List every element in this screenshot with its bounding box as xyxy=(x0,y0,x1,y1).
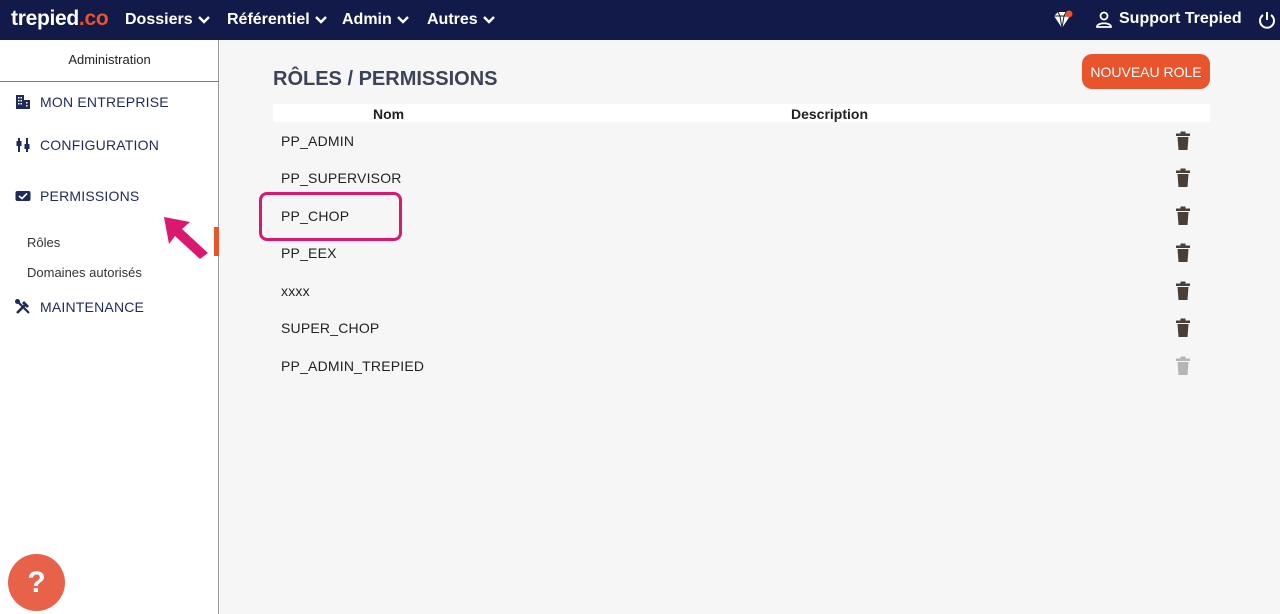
sidebar-title: Administration xyxy=(68,52,151,67)
sidebar-item-label: CONFIGURATION xyxy=(40,137,160,153)
diamond-notification-icon[interactable] xyxy=(1052,10,1074,35)
user-menu[interactable]: Support Trepied xyxy=(1095,10,1242,28)
trash-icon-disabled xyxy=(1175,356,1191,376)
nav-admin[interactable]: Admin xyxy=(342,11,410,29)
logo-suffix: .co xyxy=(78,7,109,30)
role-name: PP_ADMIN_TREPIED xyxy=(281,358,425,374)
chevron-down-icon xyxy=(396,16,409,24)
table-row[interactable]: PP_EEX xyxy=(273,235,1210,272)
table-row[interactable]: xxxx xyxy=(273,273,1210,310)
tools-icon xyxy=(14,299,32,315)
trash-icon[interactable] xyxy=(1175,281,1191,301)
role-name: PP_SUPERVISOR xyxy=(281,170,402,186)
top-navigation-bar: trepied.co Dossiers Référentiel Admin Au… xyxy=(0,0,1280,40)
power-icon[interactable] xyxy=(1257,10,1277,35)
role-name: xxxx xyxy=(281,283,310,299)
chevron-down-icon xyxy=(314,16,327,24)
sidebar-item-mon-entreprise[interactable]: MON ENTREPRISE xyxy=(14,94,169,110)
nav-referentiel-label: Référentiel xyxy=(227,11,310,28)
trash-icon[interactable] xyxy=(1175,131,1191,151)
chevron-down-icon xyxy=(482,16,495,24)
nav-dossiers[interactable]: Dossiers xyxy=(125,11,211,29)
trash-icon[interactable] xyxy=(1175,243,1191,263)
trash-icon[interactable] xyxy=(1175,206,1191,226)
table-row[interactable]: PP_SUPERVISOR xyxy=(273,160,1210,197)
sidebar-divider xyxy=(0,81,219,82)
building-icon xyxy=(14,94,32,110)
nav-autres-label: Autres xyxy=(427,11,478,28)
sidebar-item-configuration[interactable]: CONFIGURATION xyxy=(14,137,159,153)
table-row[interactable]: PP_CHOP xyxy=(273,198,1210,235)
table-row[interactable]: PP_ADMIN xyxy=(273,123,1210,160)
chevron-down-icon xyxy=(197,16,210,24)
active-section-marker xyxy=(214,227,219,256)
sidebar-item-label: MON ENTREPRISE xyxy=(40,94,169,110)
help-button[interactable]: ? xyxy=(8,554,65,611)
role-name: PP_EEX xyxy=(281,245,337,261)
trash-icon[interactable] xyxy=(1175,318,1191,338)
column-header-nom[interactable]: Nom xyxy=(373,106,404,122)
sidebar-item-label: MAINTENANCE xyxy=(40,299,145,315)
role-name: PP_ADMIN xyxy=(281,133,355,149)
nav-autres[interactable]: Autres xyxy=(427,11,496,29)
sidebar-subitem-roles[interactable]: Rôles xyxy=(27,235,60,250)
user-name: Support Trepied xyxy=(1119,10,1242,27)
logo-text: trepied xyxy=(11,7,79,30)
user-icon xyxy=(1096,11,1112,28)
nav-dossiers-label: Dossiers xyxy=(125,11,193,28)
sidebar-item-maintenance[interactable]: MAINTENANCE xyxy=(14,299,144,315)
role-name: SUPER_CHOP xyxy=(281,320,380,336)
roles-table: Nom Description PP_ADMIN PP_SUPERVISOR P… xyxy=(273,104,1210,375)
nav-referentiel[interactable]: Référentiel xyxy=(227,11,328,29)
sidebar-subitem-domaines-autorises[interactable]: Domaines autorisés xyxy=(27,265,142,280)
admin-sidebar: Administration MON ENTREPRISE CONFIGURAT xyxy=(0,40,219,614)
table-header: Nom Description xyxy=(273,104,1210,122)
highlight-box xyxy=(259,192,402,241)
sliders-icon xyxy=(14,137,32,153)
sidebar-item-permissions[interactable]: PERMISSIONS xyxy=(14,188,139,204)
column-header-description[interactable]: Description xyxy=(791,106,868,122)
nav-admin-label: Admin xyxy=(342,11,392,28)
logo[interactable]: trepied.co xyxy=(11,7,109,31)
new-role-button[interactable]: NOUVEAU ROLE xyxy=(1082,54,1210,89)
sidebar-item-label: PERMISSIONS xyxy=(40,188,140,204)
permission-card-icon xyxy=(14,188,32,204)
page-title: RÔLES / PERMISSIONS xyxy=(273,68,498,90)
table-row[interactable]: PP_ADMIN_TREPIED xyxy=(273,348,1210,385)
pointer-arrow-icon xyxy=(164,217,208,259)
trash-icon[interactable] xyxy=(1175,168,1191,188)
table-row[interactable]: SUPER_CHOP xyxy=(273,310,1210,347)
